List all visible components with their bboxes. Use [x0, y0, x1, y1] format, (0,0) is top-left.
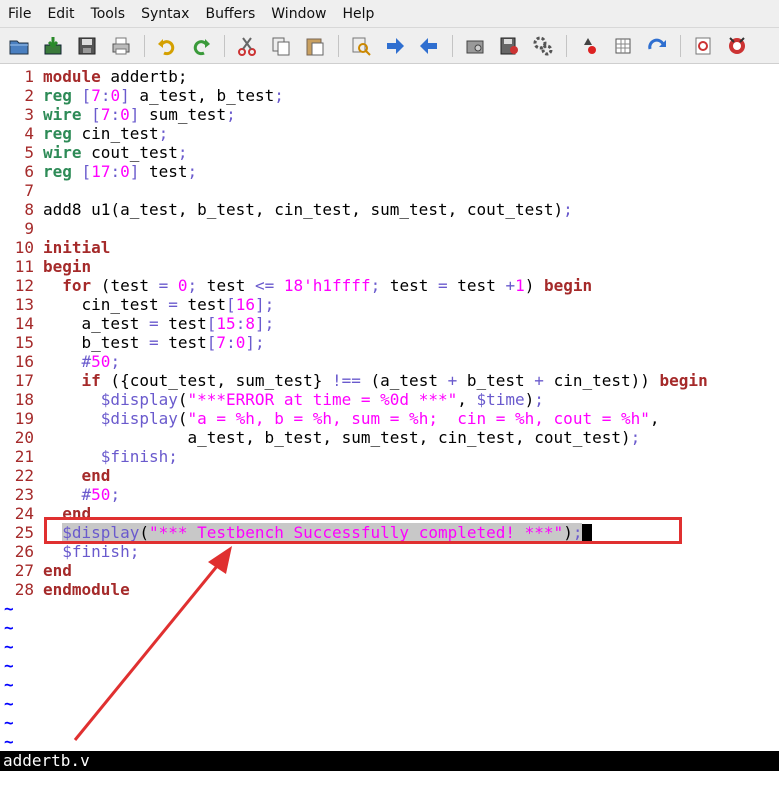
save-session-icon[interactable]	[496, 33, 522, 59]
empty-line-marker: ~	[4, 732, 14, 751]
cut-icon[interactable]	[234, 33, 260, 59]
line-number: 21	[14, 447, 34, 466]
line-text: b_test = test[7:0];	[43, 333, 265, 352]
highlight-box	[44, 517, 682, 544]
line-text: #50;	[81, 352, 121, 371]
empty-line-marker: ~	[4, 656, 14, 675]
empty-line-marker: ~	[4, 637, 14, 656]
line-text: reg cin_test;	[43, 124, 169, 143]
line-number: 16	[14, 352, 34, 371]
empty-line-marker: ~	[4, 675, 14, 694]
save-icon[interactable]	[40, 33, 66, 59]
line-text: initial	[43, 238, 111, 257]
line-text: a_test = test[15:8];	[43, 314, 275, 333]
open-icon[interactable]	[6, 33, 32, 59]
line-text: wire [7:0] sum_test;	[43, 105, 236, 124]
line-number: 22	[14, 466, 34, 485]
line-text: end	[43, 561, 72, 580]
menu-file[interactable]: File	[0, 0, 39, 28]
line-number: 15	[14, 333, 34, 352]
empty-line-marker: ~	[4, 713, 14, 732]
line-text: reg [7:0] a_test, b_test;	[43, 86, 284, 105]
empty-line-marker: ~	[4, 618, 14, 637]
save-all-icon[interactable]	[74, 33, 100, 59]
menu-window[interactable]: Window	[263, 0, 334, 28]
line-number: 18	[14, 390, 34, 409]
line-number: 5	[24, 143, 34, 162]
line-text: begin	[43, 257, 92, 276]
toolbar	[0, 28, 779, 64]
menu-tools[interactable]: Tools	[83, 0, 134, 28]
print-icon[interactable]	[108, 33, 134, 59]
line-number: 23	[14, 485, 34, 504]
editor-area[interactable]: 1 module addertb; 2 reg [7:0] a_test, b_te…	[0, 66, 779, 751]
undo-icon[interactable]	[154, 33, 180, 59]
run-ctags-icon[interactable]	[610, 33, 636, 59]
line-number: 6	[24, 162, 34, 181]
redo-icon[interactable]	[188, 33, 214, 59]
find-prev-icon[interactable]	[416, 33, 442, 59]
make-icon[interactable]	[576, 33, 602, 59]
line-number: 8	[24, 200, 34, 219]
line-number: 7	[24, 181, 34, 200]
line-text: reg [17:0] test;	[43, 162, 198, 181]
line-number: 11	[14, 257, 34, 276]
line-text: wire cout_test;	[43, 143, 188, 162]
line-text: add8 u1(a_test, b_test, cin_test, sum_te…	[43, 200, 573, 219]
line-number: 26	[14, 542, 34, 561]
line-number: 1	[24, 67, 34, 86]
empty-line-marker: ~	[4, 694, 14, 713]
line-text: $display("a = %h, b = %h, sum = %h; cin …	[100, 409, 660, 428]
menu-edit[interactable]: Edit	[39, 0, 82, 28]
line-number: 28	[14, 580, 34, 599]
paste-icon[interactable]	[302, 33, 328, 59]
line-number: 13	[14, 295, 34, 314]
line-number: 25	[14, 523, 34, 542]
line-number: 14	[14, 314, 34, 333]
line-number: 17	[14, 371, 34, 390]
line-number: 24	[14, 504, 34, 523]
line-number: 10	[14, 238, 34, 257]
line-number: 12	[14, 276, 34, 295]
line-number: 20	[14, 428, 34, 447]
copy-icon[interactable]	[268, 33, 294, 59]
jump-tag-icon[interactable]	[644, 33, 670, 59]
line-text: end	[81, 466, 111, 485]
line-text: cin_test = test[16];	[43, 295, 275, 314]
line-text: module addertb;	[43, 67, 188, 86]
empty-line-marker: ~	[4, 599, 14, 618]
line-number: 4	[24, 124, 34, 143]
line-number: 9	[24, 219, 34, 238]
menu-buffers[interactable]: Buffers	[197, 0, 263, 28]
line-number: 19	[14, 409, 34, 428]
line-text: $finish;	[62, 542, 140, 561]
line-number: 2	[24, 86, 34, 105]
menu-help[interactable]: Help	[334, 0, 382, 28]
status-line: addertb.v	[0, 751, 779, 771]
line-text: $display("***ERROR at time = %0d ***", $…	[100, 390, 544, 409]
line-number: 3	[24, 105, 34, 124]
run-script-icon[interactable]	[530, 33, 556, 59]
find-help-icon[interactable]	[724, 33, 750, 59]
line-number: 27	[14, 561, 34, 580]
line-text: #50;	[81, 485, 121, 504]
find-next-icon[interactable]	[382, 33, 408, 59]
find-replace-icon[interactable]	[348, 33, 374, 59]
help-icon[interactable]	[690, 33, 716, 59]
line-text: endmodule	[43, 580, 130, 599]
menu-syntax[interactable]: Syntax	[133, 0, 197, 28]
line-text: a_test, b_test, sum_test, cin_test, cout…	[43, 428, 641, 447]
line-text: $finish;	[100, 447, 178, 466]
line-text: if ({cout_test, sum_test} !== (a_test + …	[81, 371, 708, 390]
load-session-icon[interactable]	[462, 33, 488, 59]
menu-bar: File Edit Tools Syntax Buffers Window He…	[0, 0, 779, 28]
line-text: for (test = 0; test <= 18'h1ffff; test =…	[62, 276, 593, 295]
status-filename: addertb.v	[3, 751, 90, 770]
